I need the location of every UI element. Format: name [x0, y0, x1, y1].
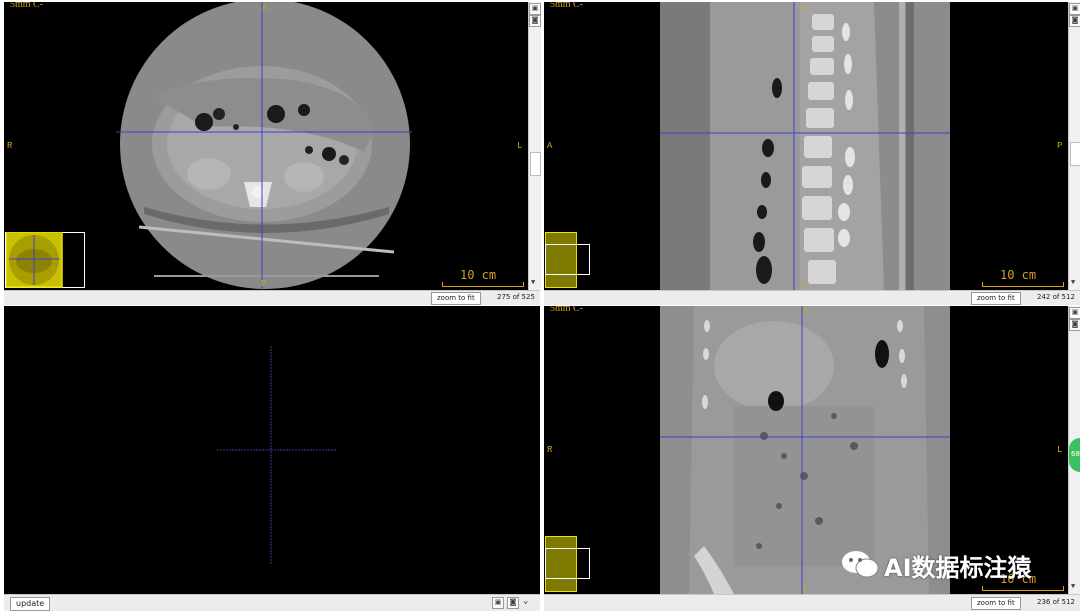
- locator-box[interactable]: [545, 244, 590, 275]
- orient-right: L: [517, 141, 523, 151]
- sagittal-bottom-bar: zoom to fit 242 of 512: [544, 290, 1080, 305]
- locator-thumbnail: [6, 232, 63, 288]
- orient-right: P: [1057, 141, 1063, 151]
- render3d-bottom-bar: update ▣ ◙ ⌄: [4, 594, 540, 611]
- axial-view[interactable]: 5mm C- A P R L 10 cm: [4, 2, 528, 290]
- orient-bottom: I: [802, 583, 808, 593]
- orient-left: R: [547, 445, 553, 455]
- side-badge-text: 68: [1071, 450, 1080, 458]
- scale-label: 10 cm: [1000, 268, 1037, 282]
- crosshair-3d: [217, 346, 336, 564]
- reset-icon[interactable]: ▣: [492, 597, 504, 609]
- reset-icon[interactable]: ▣: [1069, 307, 1080, 319]
- axial-scrollbar[interactable]: ▣ ◙ ▼: [528, 2, 541, 290]
- zoom-to-fit-button[interactable]: zoom to fit: [971, 597, 1021, 610]
- watermark: AI数据标注猿: [884, 554, 1032, 582]
- orient-bottom: I: [802, 279, 808, 289]
- sagittal-view[interactable]: 5mm C- S I A P 10 cm: [544, 2, 1068, 290]
- orient-top: A: [262, 3, 268, 13]
- camera-icon[interactable]: ◙: [1069, 319, 1080, 331]
- locator-box[interactable]: [545, 548, 590, 579]
- side-badge[interactable]: 68: [1069, 438, 1080, 472]
- orient-top: S: [802, 307, 808, 317]
- render3d-view[interactable]: [4, 306, 540, 594]
- wechat-icon: [840, 548, 880, 580]
- zoom-to-fit-button[interactable]: zoom to fit: [971, 292, 1021, 305]
- scroll-thumb[interactable]: [1070, 142, 1080, 166]
- zoom-to-fit-button[interactable]: zoom to fit: [431, 292, 481, 305]
- series-label: 5mm C-: [550, 306, 584, 314]
- sagittal-ct-image: [660, 2, 950, 290]
- scale-bar: [982, 282, 1064, 287]
- scroll-down-icon[interactable]: ▼: [531, 278, 535, 286]
- scroll-down-icon[interactable]: ▼: [1071, 582, 1075, 590]
- orient-top: S: [802, 3, 808, 13]
- slice-counter: 275 of 525: [497, 293, 535, 301]
- orient-bottom: P: [261, 279, 267, 289]
- scroll-thumb[interactable]: [530, 152, 541, 176]
- orient-left: R: [7, 141, 13, 151]
- orient-left: A: [547, 141, 553, 151]
- scroll-down-icon[interactable]: ▼: [1071, 278, 1075, 286]
- slice-counter: 242 of 512: [1037, 293, 1075, 301]
- camera-icon[interactable]: ◙: [507, 597, 519, 609]
- series-label: 5mm C-: [10, 2, 44, 10]
- series-label: 5mm C-: [550, 2, 584, 10]
- reset-icon[interactable]: ▣: [529, 3, 541, 15]
- chevron-down-icon[interactable]: ⌄: [523, 596, 528, 606]
- camera-icon[interactable]: ◙: [529, 15, 541, 27]
- scale-label: 10 cm: [460, 268, 497, 282]
- slice-counter: 236 of 512: [1037, 598, 1075, 606]
- camera-icon[interactable]: ◙: [1069, 15, 1080, 27]
- coronal-bottom-bar: zoom to fit 236 of 512: [544, 594, 1080, 611]
- update-button[interactable]: update: [10, 597, 51, 611]
- scale-bar: [442, 282, 524, 287]
- orient-right: L: [1057, 445, 1063, 455]
- scale-bar: [982, 586, 1064, 591]
- reset-icon[interactable]: ▣: [1069, 3, 1080, 15]
- sagittal-scrollbar[interactable]: ▣ ◙ ▼: [1068, 2, 1080, 290]
- axial-bottom-bar: zoom to fit 275 of 525: [4, 290, 540, 305]
